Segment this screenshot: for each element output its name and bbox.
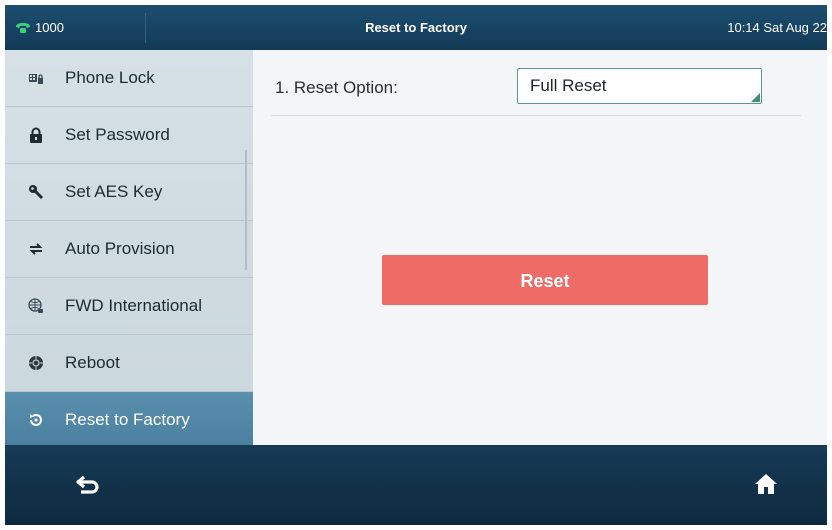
reset-icon [25, 412, 47, 428]
sidebar-scrollbar[interactable] [245, 150, 247, 270]
sync-icon [25, 241, 47, 257]
reboot-icon [25, 355, 47, 371]
sidebar-item-label: Set AES Key [65, 182, 163, 201]
phone-lock-icon [25, 70, 47, 86]
page-title: Reset to Factory [365, 20, 467, 35]
sidebar-item-label: FWD International [65, 296, 202, 315]
sidebar-item-phone-lock[interactable]: Phone Lock [5, 50, 253, 107]
reset-option-value: Full Reset [530, 76, 607, 95]
phone-screen: 1000 Reset to Factory 10:14 Sat Aug 22 P… [5, 5, 827, 525]
key-icon [25, 184, 47, 200]
status-bar: 1000 Reset to Factory 10:14 Sat Aug 22 [5, 5, 827, 50]
back-arrow-icon[interactable] [75, 473, 101, 497]
sidebar-item-fwd-international[interactable]: FWD International [5, 278, 253, 335]
datetime: 10:14 Sat Aug 22 [727, 20, 827, 35]
sidebar-item-set-aes-key[interactable]: Set AES Key [5, 164, 253, 221]
sidebar-item-reset-to-factory[interactable]: Reset to Factory [5, 392, 253, 448]
sidebar-item-label: Auto Provision [65, 239, 175, 258]
sidebar-item-label: Set Password [65, 125, 170, 144]
divider [271, 115, 801, 116]
home-icon[interactable] [753, 471, 779, 497]
softkey-bar [5, 445, 827, 525]
sidebar-item-set-password[interactable]: Set Password [5, 107, 253, 164]
sidebar: Phone Lock Set Password Set AES Key Auto… [5, 50, 253, 448]
sidebar-item-label: Phone Lock [65, 68, 155, 87]
globe-phone-icon [25, 298, 47, 314]
sidebar-item-reboot[interactable]: Reboot [5, 335, 253, 392]
reset-option-select[interactable]: Full Reset [517, 68, 762, 104]
reset-option-label: 1. Reset Option: [275, 78, 398, 97]
sidebar-item-label: Reset to Factory [65, 410, 190, 429]
reset-button[interactable]: Reset [382, 255, 708, 305]
dropdown-corner-icon [751, 93, 760, 102]
main-panel: 1. Reset Option: Full Reset Reset [253, 50, 827, 445]
sidebar-item-auto-provision[interactable]: Auto Provision [5, 221, 253, 278]
sidebar-item-label: Reboot [65, 353, 120, 372]
lock-icon [25, 127, 47, 143]
